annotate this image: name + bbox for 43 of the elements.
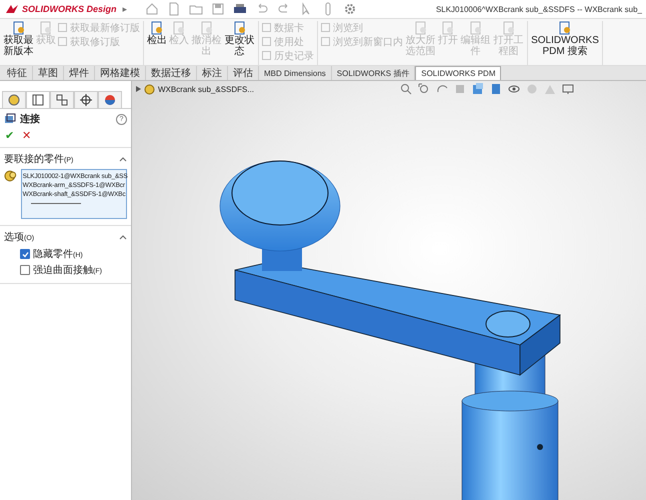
logo-icon <box>4 3 20 15</box>
previous-view-icon[interactable] <box>436 83 448 95</box>
document-icon <box>150 21 164 35</box>
assembly-icon <box>144 84 155 95</box>
expand-arrow-icon[interactable] <box>136 86 141 92</box>
view-orientation-icon[interactable] <box>472 83 484 95</box>
check-icon <box>22 250 28 258</box>
collapse-caret-icon[interactable] <box>119 234 127 240</box>
expand-arrow[interactable]: ▸ <box>122 4 128 14</box>
document-icon <box>558 21 572 35</box>
panel-title: 连接 <box>20 112 40 126</box>
collapse-caret-icon[interactable] <box>119 156 127 162</box>
ribbon-button[interactable]: 检出 <box>147 21 167 46</box>
window-title: SLKJ010006^WXBcrank sub_&SSDFS -- WXBcrank sub_ <box>436 4 642 14</box>
assembly-icon[interactable] <box>7 93 21 107</box>
configuration-icon[interactable] <box>55 93 69 107</box>
document-icon <box>12 21 26 35</box>
checkbox[interactable] <box>20 249 30 259</box>
zoom-area-icon[interactable] <box>418 83 430 95</box>
zoom-fit-icon[interactable] <box>400 83 412 95</box>
ribbon-button[interactable]: 更改状态 <box>224 21 255 57</box>
appearance-icon[interactable] <box>103 93 117 107</box>
new-document-icon[interactable] <box>167 2 182 16</box>
checkbox[interactable] <box>20 265 30 275</box>
monitor-icon[interactable] <box>562 83 574 95</box>
parts-icon <box>4 169 18 183</box>
tree-item[interactable]: WXBcrank sub_&SSDFS... <box>158 85 254 94</box>
property-sheet-icon[interactable] <box>31 93 45 107</box>
hide-show-icon[interactable] <box>508 83 520 95</box>
display-style-icon[interactable] <box>490 83 502 95</box>
settings-icon[interactable] <box>343 2 358 16</box>
cancel-button[interactable]: ✕ <box>22 129 31 142</box>
ribbon-button[interactable]: 获取最新版本 <box>3 21 34 57</box>
save-icon[interactable] <box>211 2 226 16</box>
ribbon-button[interactable]: SOLIDWORKS PDM 搜索 <box>531 21 599 57</box>
document-icon <box>232 21 246 35</box>
crosshair-icon[interactable] <box>79 93 93 107</box>
join-icon <box>4 113 16 125</box>
print-icon[interactable] <box>233 2 248 16</box>
ok-button[interactable]: ✔ <box>5 129 14 142</box>
home-icon[interactable] <box>145 2 160 16</box>
app-logo-text: SOLIDWORKS Design <box>22 4 117 14</box>
ribbon-tab[interactable]: SOLIDWORKS PDM <box>415 66 502 80</box>
